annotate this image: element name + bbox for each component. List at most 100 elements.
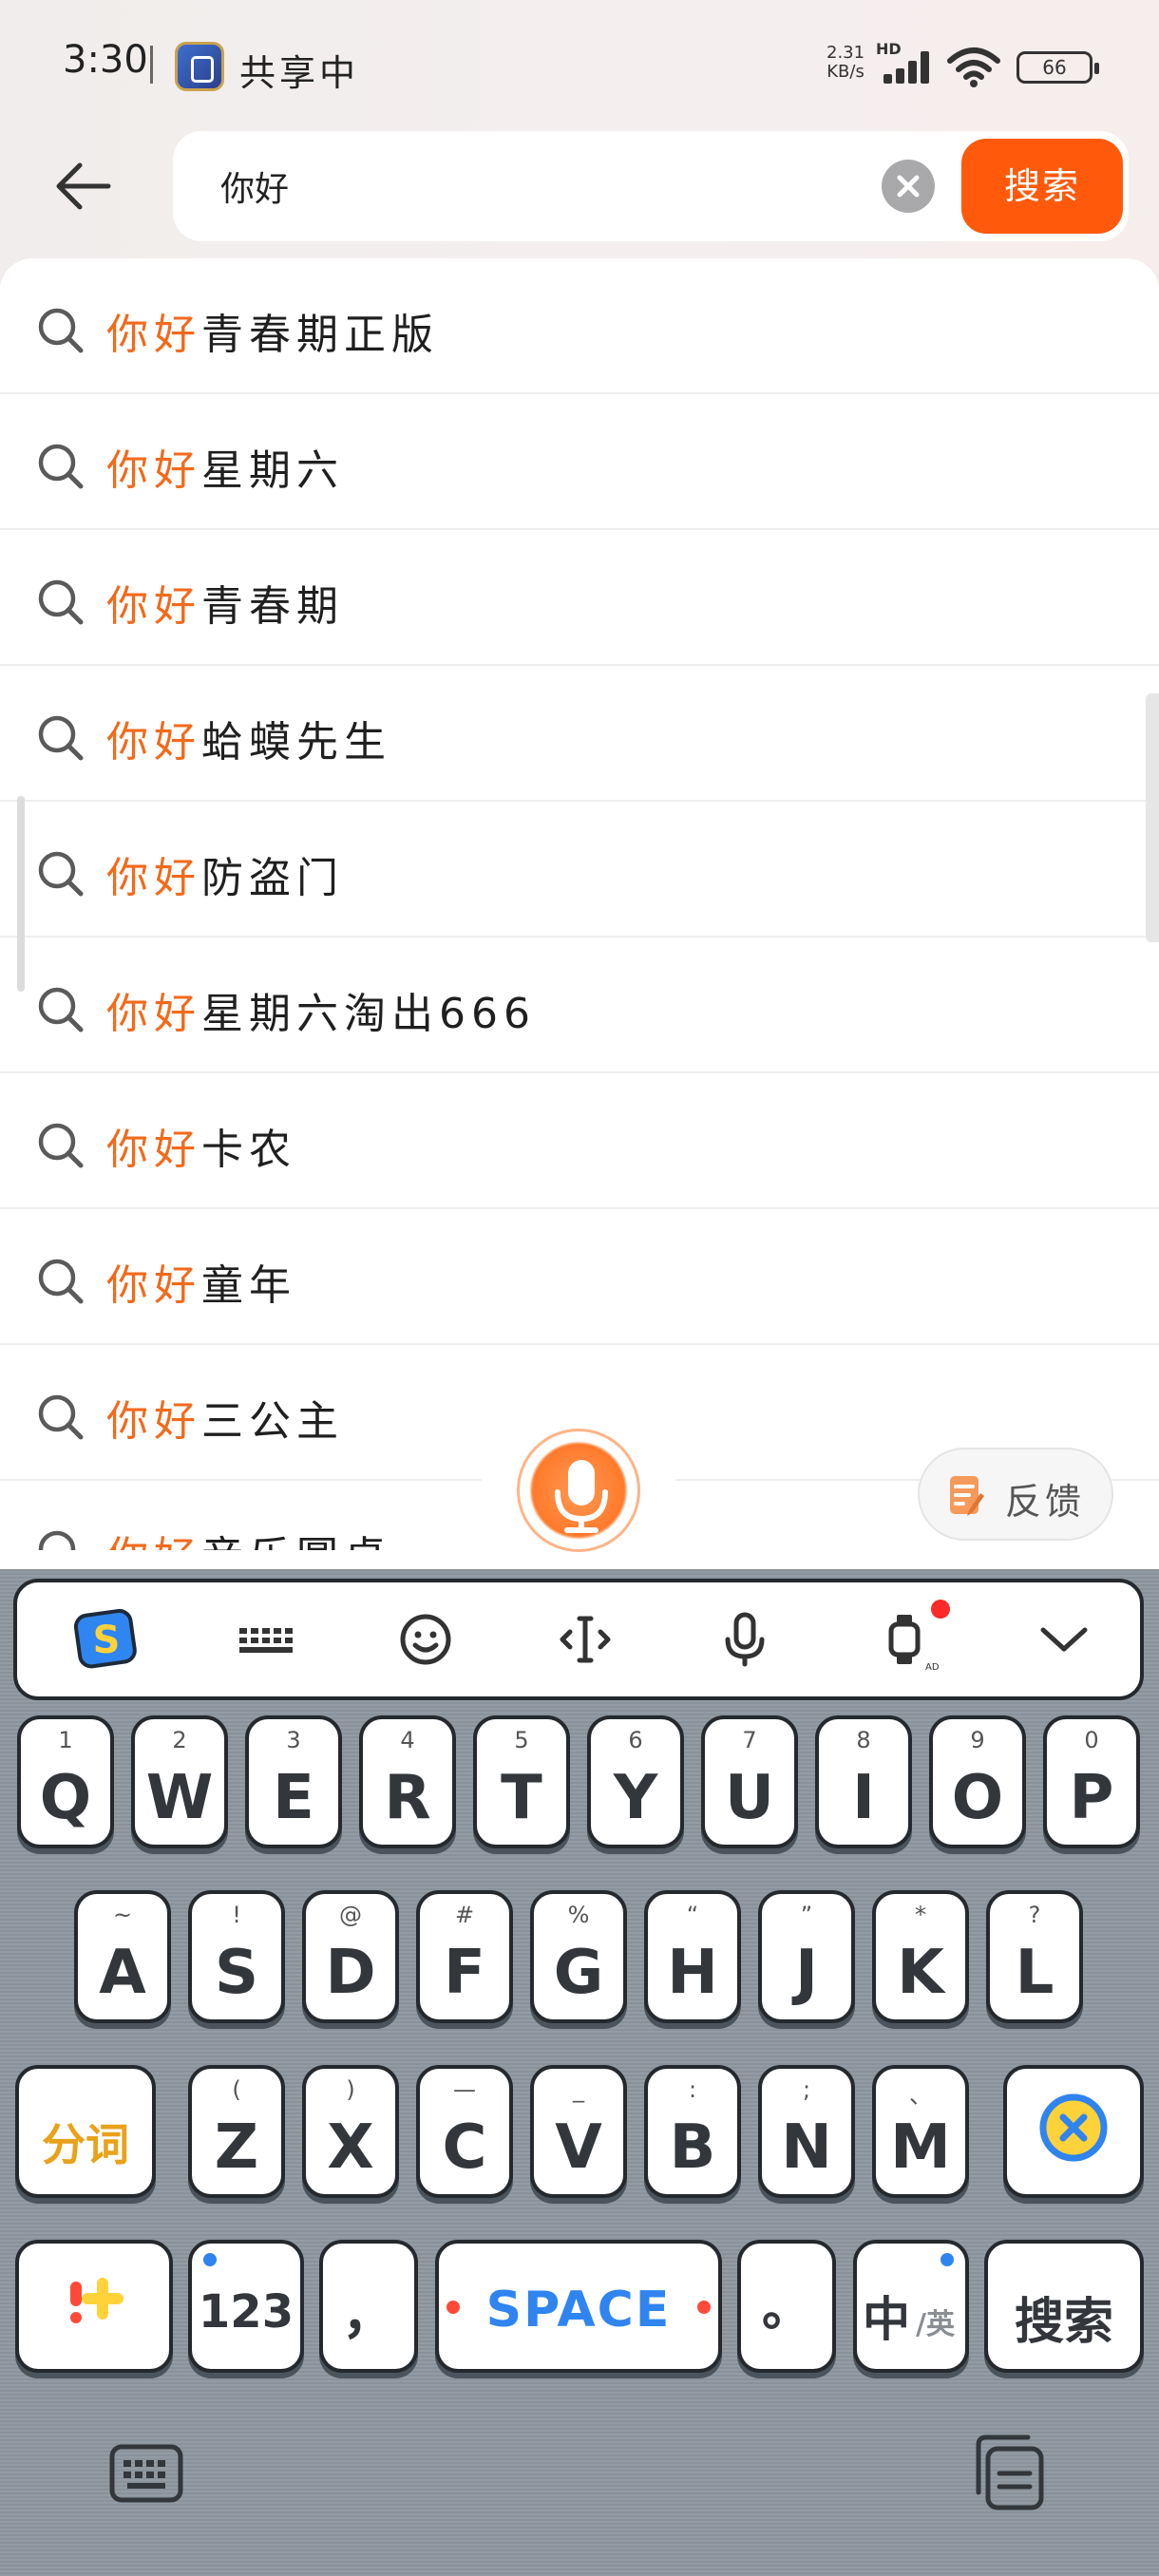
key-q[interactable]: 1Q	[17, 1715, 114, 1848]
key-label: F	[444, 1938, 485, 2008]
lang-sub-label: /英	[916, 2308, 955, 2341]
key-label: E	[273, 1763, 314, 1833]
key-hint: —	[453, 2076, 476, 2103]
search-icon	[38, 308, 84, 353]
notification-dot	[931, 1600, 950, 1619]
key-label: V	[555, 2112, 602, 2183]
suggestion-item[interactable]: 你好卡农	[0, 1073, 1159, 1209]
key-n[interactable]: ; N	[758, 2065, 855, 2198]
key-label: I	[852, 1763, 875, 1833]
key-h[interactable]: “H	[644, 1890, 741, 2023]
voice-input-icon[interactable]	[711, 1605, 779, 1674]
keyboard-layout-icon[interactable]	[232, 1605, 300, 1674]
voice-search-button[interactable]	[517, 1429, 640, 1552]
search-button[interactable]: 搜索	[961, 139, 1123, 234]
key-g[interactable]: % G	[530, 1890, 627, 2023]
key-label: N	[781, 2112, 832, 2183]
key-f[interactable]: # F	[416, 1890, 513, 2023]
cursor-move-icon[interactable]	[551, 1605, 619, 1674]
comma-key[interactable]: ，	[319, 2240, 418, 2373]
search-key[interactable]: 搜索	[984, 2240, 1144, 2373]
sogou-logo-icon[interactable]: S	[72, 1605, 141, 1674]
period-key[interactable]: 。	[737, 2240, 836, 2373]
smartwatch-ad-icon[interactable]: AD	[870, 1605, 939, 1674]
key-label: W	[145, 1763, 214, 1833]
key-c[interactable]: — C	[416, 2065, 513, 2198]
key-j[interactable]: ” J	[758, 1890, 855, 2023]
key-r[interactable]: 4R	[359, 1715, 456, 1848]
key-a[interactable]: ~ A	[74, 1890, 171, 2023]
feedback-button[interactable]: 反馈	[918, 1448, 1113, 1541]
key-v[interactable]: _ V	[530, 2065, 627, 2198]
delete-key[interactable]	[1003, 2065, 1144, 2198]
key-hint: %	[567, 1902, 590, 1928]
number-key[interactable]: 123	[188, 2240, 304, 2373]
key-m[interactable]: 、 M	[872, 2065, 969, 2198]
back-arrow-icon[interactable]	[53, 156, 114, 217]
key-b[interactable]: :B	[644, 2065, 741, 2198]
suggestion-item[interactable]: 你好青春期正版	[0, 258, 1159, 394]
key-label: J	[795, 1938, 818, 2008]
suggestion-item[interactable]: 你好童年	[0, 1209, 1159, 1345]
key-hint: 2	[172, 1727, 187, 1753]
suggestion-text: 你好卡农	[106, 1115, 296, 1176]
space-dot-left	[446, 2301, 460, 2314]
language-switch-key[interactable]: 中/英	[853, 2240, 969, 2373]
space-key[interactable]: SPACE	[435, 2240, 722, 2373]
key-label: S	[214, 1938, 259, 2008]
key-e[interactable]: 3E	[245, 1715, 342, 1848]
segment-key[interactable]: 分词	[15, 2065, 156, 2198]
search-input[interactable]	[220, 150, 838, 222]
suggestion-text: 你好青春期正版	[106, 300, 439, 361]
key-t[interactable]: 5T	[473, 1715, 570, 1848]
key-z[interactable]: (Z	[188, 2065, 285, 2198]
key-hint: !	[232, 1902, 241, 1928]
key-hint: 7	[742, 1727, 757, 1753]
key-x[interactable]: ) X	[302, 2065, 399, 2198]
key-hint: #	[454, 1902, 475, 1928]
key-k[interactable]: * K	[872, 1890, 969, 2023]
key-hint: ~	[112, 1902, 133, 1928]
key-label: U	[725, 1763, 774, 1833]
network-speed: 2.31 KB/s	[826, 44, 864, 82]
search-icon	[38, 444, 84, 489]
suggestion-item[interactable]: 你好蛤蟆先生	[0, 666, 1159, 802]
key-y[interactable]: 6Y	[587, 1715, 684, 1848]
key-l[interactable]: ? L	[986, 1890, 1083, 2023]
switch-keyboard-icon[interactable]	[106, 2434, 186, 2513]
key-label: Q	[39, 1763, 92, 1833]
key-s[interactable]: ! S	[188, 1890, 285, 2023]
suggestion-item[interactable]: 你好青春期	[0, 530, 1159, 666]
key-hint: ;	[802, 2076, 811, 2103]
suggestion-rest: 三公主	[201, 1397, 344, 1446]
key-hint: 、	[909, 2082, 932, 2109]
suggestion-item[interactable]: 你好星期六	[0, 394, 1159, 530]
clipboard-icon[interactable]	[969, 2432, 1049, 2511]
key-label: B	[669, 2112, 716, 2183]
suggestion-item[interactable]: 你好星期六淘出666	[0, 938, 1159, 1073]
key-i[interactable]: 8I	[815, 1715, 912, 1848]
suggestion-item[interactable]: 你好防盗门	[0, 802, 1159, 938]
key-o[interactable]: 9O	[929, 1715, 1026, 1848]
clear-search-icon[interactable]	[882, 160, 935, 213]
key-w[interactable]: 2W	[131, 1715, 228, 1848]
key-label: P	[1069, 1763, 1114, 1833]
key-p[interactable]: 0P	[1043, 1715, 1140, 1848]
indicator-dot	[940, 2253, 954, 2266]
status-bar: 3:30 共享中 2.31 KB/s HD 66	[0, 0, 1159, 133]
key-hint: )	[346, 2076, 355, 2103]
suggestion-rest: 童年	[201, 1261, 296, 1310]
suggestion-text: 你好防盗门	[106, 843, 344, 904]
collapse-keyboard-icon[interactable]	[1030, 1605, 1098, 1674]
suggestion-text: 你好三公主	[106, 1387, 344, 1448]
key-label: Y	[613, 1763, 658, 1833]
emoji-icon[interactable]	[391, 1605, 460, 1674]
svg-text:AD: AD	[925, 1662, 939, 1673]
key-d[interactable]: @ D	[302, 1890, 399, 2023]
emoji-plus-key[interactable]	[15, 2240, 173, 2373]
key-u[interactable]: 7U	[701, 1715, 798, 1848]
key-label: ，	[342, 2284, 395, 2346]
key-hint: ”	[800, 1902, 813, 1928]
scrollbar-thumb[interactable]	[1146, 693, 1159, 942]
key-label: O	[951, 1763, 1004, 1833]
